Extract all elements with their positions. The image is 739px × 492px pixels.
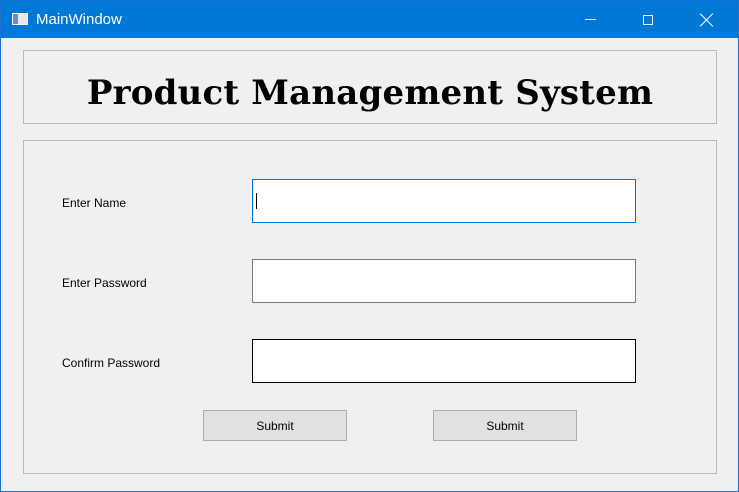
maximize-icon (643, 14, 653, 25)
form-frame: Enter Name Enter Password Confirm Passwo… (23, 140, 717, 474)
confirm-password-label: Confirm Password (62, 356, 161, 370)
title-bar[interactable]: MainWindow (1, 1, 738, 38)
page-title: Product Management System (86, 73, 654, 113)
maximize-button[interactable] (625, 1, 671, 38)
close-icon (700, 13, 714, 27)
minimize-button[interactable] (567, 1, 613, 38)
submit-button-left[interactable]: Submit (203, 410, 347, 441)
main-window: MainWindow Product Management System Ent… (0, 0, 739, 492)
app-window-icon (12, 13, 28, 25)
window-title: MainWindow (36, 11, 122, 28)
submit-button-right[interactable]: Submit (433, 410, 577, 441)
name-input[interactable] (252, 179, 636, 223)
header-frame: Product Management System (23, 50, 717, 124)
text-caret (256, 193, 257, 209)
name-label: Enter Name (62, 196, 127, 210)
password-label: Enter Password (62, 276, 147, 290)
password-input[interactable] (252, 259, 636, 303)
confirm-password-input[interactable] (252, 339, 636, 383)
close-button[interactable] (684, 1, 730, 38)
minimize-icon (584, 19, 596, 20)
